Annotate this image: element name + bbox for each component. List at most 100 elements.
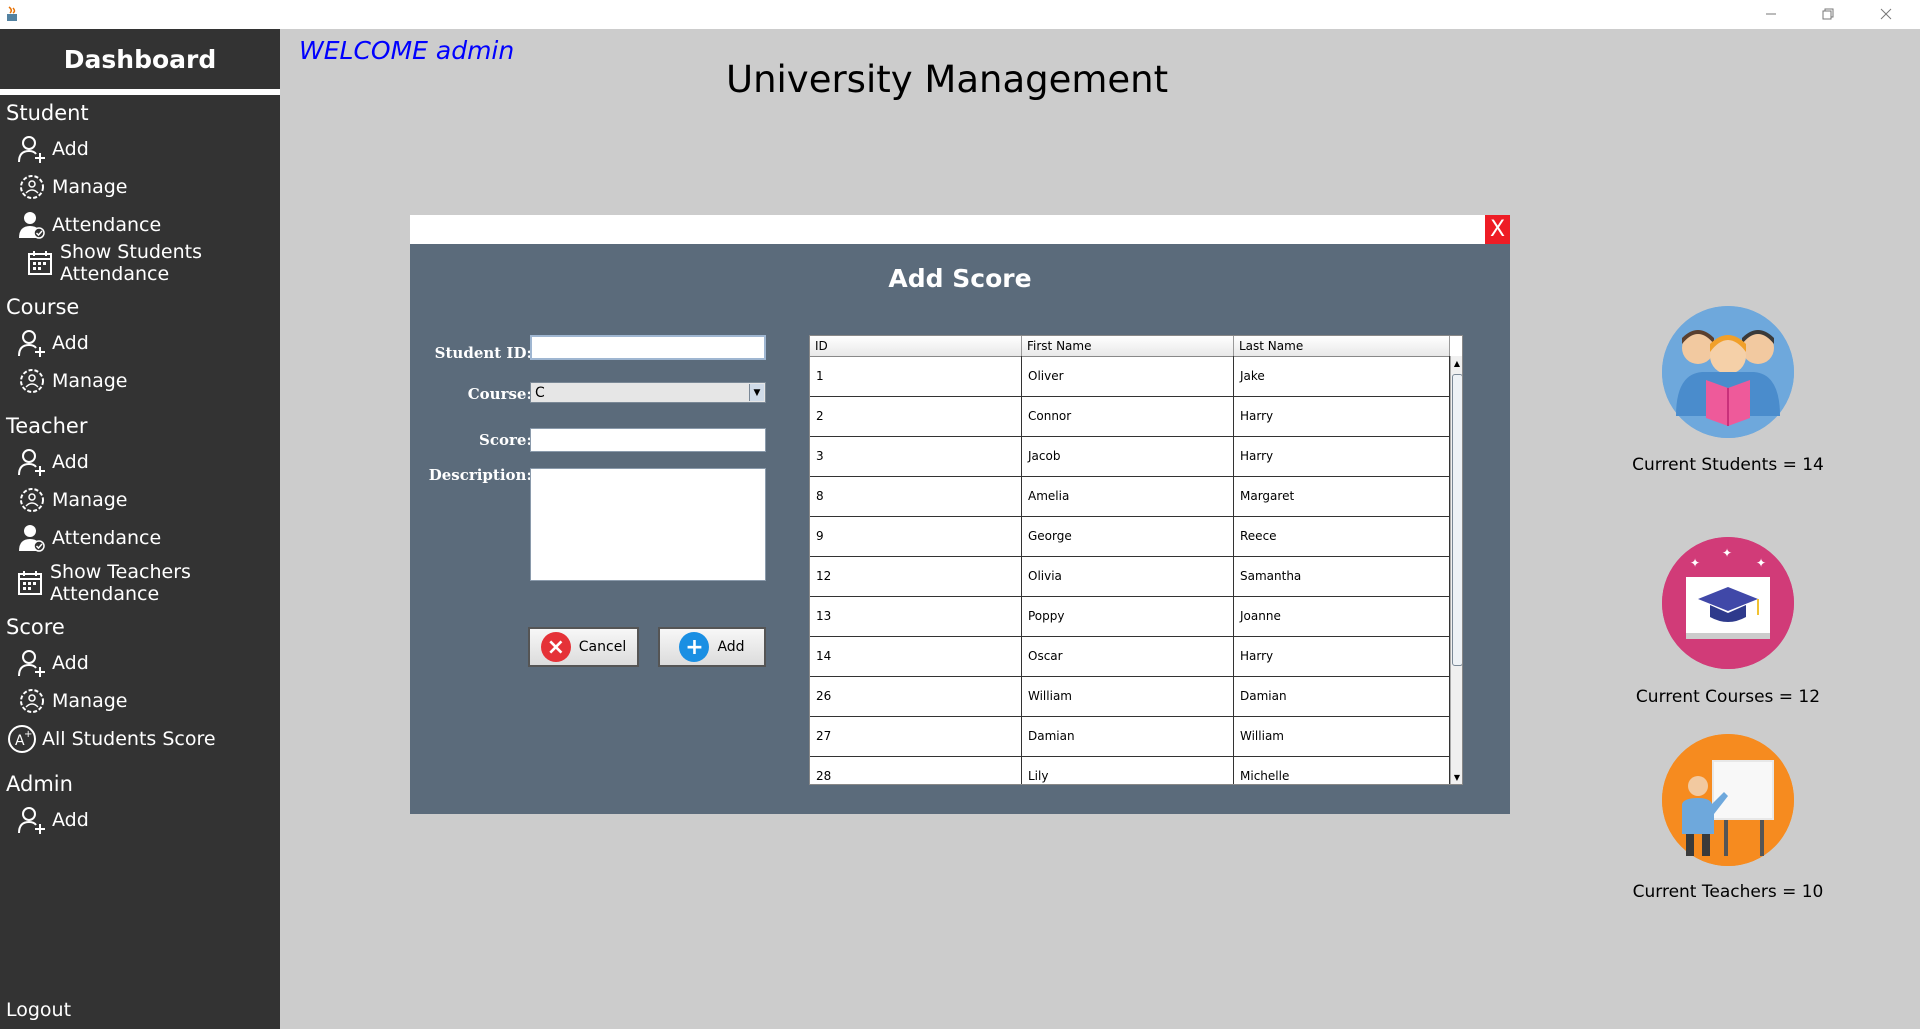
- sidebar-item-student-attendance[interactable]: Attendance: [16, 208, 161, 242]
- table-cell: 12: [810, 556, 1022, 596]
- sidebar-item-label: Manage: [52, 489, 128, 511]
- sidebar-item-all-students-score[interactable]: A + All Students Score: [6, 722, 216, 756]
- table-row[interactable]: 28 Lily Michelle: [810, 756, 1450, 784]
- scrollbar-thumb[interactable]: [1452, 374, 1462, 666]
- add-score-dialog: Add Score Student ID: Course: C ▼ Score:…: [410, 244, 1510, 814]
- sidebar-divider: [0, 89, 280, 95]
- table-cell: George: [1022, 516, 1234, 556]
- plus-circle-icon: +: [679, 632, 710, 662]
- sidebar-item-course-add[interactable]: Add: [16, 326, 89, 360]
- sidebar-item-label: Add: [52, 332, 89, 354]
- table-row[interactable]: 3 Jacob Harry: [810, 436, 1450, 477]
- sidebar-item-label: Add: [52, 138, 89, 160]
- table-row[interactable]: 26 William Damian: [810, 676, 1450, 717]
- svg-text:✦: ✦: [1690, 556, 1700, 570]
- table-cell: Harry: [1234, 436, 1450, 476]
- add-button[interactable]: + Add: [658, 627, 766, 667]
- student-id-input[interactable]: [530, 335, 766, 360]
- table-cell: Harry: [1234, 396, 1450, 436]
- user-check-icon: [16, 209, 48, 241]
- scroll-down-icon[interactable]: ▼: [1451, 770, 1462, 784]
- minimize-icon[interactable]: [1751, 3, 1791, 25]
- close-icon[interactable]: [1866, 3, 1906, 25]
- description-textarea[interactable]: [530, 468, 766, 581]
- table-cell: Lily: [1022, 756, 1234, 784]
- chevron-down-icon[interactable]: ▼: [749, 384, 764, 401]
- sidebar-item-course-manage[interactable]: Manage: [16, 364, 127, 398]
- sidebar-item-show-teachers-attendance[interactable]: Show Teachers Attendance: [16, 561, 280, 605]
- sidebar-item-teacher-attendance[interactable]: Attendance: [16, 521, 161, 555]
- column-header-first-name[interactable]: First Name: [1022, 336, 1234, 356]
- scroll-up-icon[interactable]: ▲: [1451, 356, 1462, 370]
- table-cell: Oscar: [1022, 636, 1234, 676]
- svg-text:✦: ✦: [1722, 546, 1732, 560]
- table-row[interactable]: 12 Olivia Samantha: [810, 556, 1450, 597]
- table-row[interactable]: 13 Poppy Joanne: [810, 596, 1450, 637]
- sidebar-item-student-add[interactable]: Add: [16, 132, 89, 166]
- table-row[interactable]: 8 Amelia Margaret: [810, 476, 1450, 517]
- add-button-label: Add: [717, 639, 745, 655]
- table-cell: Harry: [1234, 636, 1450, 676]
- table-cell: Damian: [1022, 716, 1234, 756]
- section-course-label: Course: [6, 295, 80, 319]
- score-label: Score:: [479, 431, 532, 449]
- dialog-close-button[interactable]: X: [1485, 215, 1510, 244]
- table-cell: 9: [810, 516, 1022, 556]
- svg-text:✦: ✦: [1756, 556, 1766, 570]
- manage-users-gear-icon: [16, 484, 48, 516]
- table-row[interactable]: 9 George Reece: [810, 516, 1450, 557]
- java-app-icon: [4, 5, 22, 23]
- sidebar-item-label: Add: [52, 451, 89, 473]
- sidebar-item-student-manage[interactable]: Manage: [16, 170, 127, 204]
- current-students-count: Current Students = 14: [1632, 455, 1824, 475]
- manage-users-gear-icon: [16, 685, 48, 717]
- sidebar-item-score-manage[interactable]: Manage: [16, 684, 127, 718]
- description-label: Description:: [428, 466, 532, 484]
- sidebar-item-teacher-add[interactable]: Add: [16, 445, 89, 479]
- table-cell: Olivia: [1022, 556, 1234, 596]
- section-student-label: Student: [6, 101, 89, 125]
- sidebar-item-teacher-manage[interactable]: Manage: [16, 483, 127, 517]
- dialog-title-strip: [410, 215, 1510, 244]
- table-cell: Margaret: [1234, 476, 1450, 516]
- grade-a-plus-icon: A +: [6, 723, 38, 755]
- sidebar-item-label: Manage: [52, 176, 128, 198]
- table-cell: Damian: [1234, 676, 1450, 716]
- column-header-last-name[interactable]: Last Name: [1234, 336, 1450, 356]
- sidebar-item-label: Manage: [52, 690, 128, 712]
- calendar-check-icon: [16, 567, 46, 599]
- students-group-icon: [1662, 306, 1794, 438]
- cancel-button[interactable]: × Cancel: [528, 627, 639, 667]
- table-cell: Oliver: [1022, 356, 1234, 396]
- score-input[interactable]: [530, 428, 766, 452]
- table-cell: 2: [810, 396, 1022, 436]
- manage-users-gear-icon: [16, 365, 48, 397]
- current-courses-count: Current Courses = 12: [1635, 687, 1821, 707]
- restore-icon[interactable]: [1808, 3, 1848, 25]
- table-cell: 3: [810, 436, 1022, 476]
- table-row[interactable]: 14 Oscar Harry: [810, 636, 1450, 677]
- table-row[interactable]: 27 Damian William: [810, 716, 1450, 757]
- sidebar-item-score-add[interactable]: Add: [16, 646, 89, 680]
- dialog-title: Add Score: [888, 264, 1032, 293]
- cancel-x-icon: ×: [540, 632, 571, 662]
- course-graduation-icon: ✦ ✦ ✦: [1662, 537, 1794, 669]
- add-user-icon: [16, 327, 48, 359]
- course-select[interactable]: C ▼: [530, 382, 766, 403]
- logout-link[interactable]: Logout: [6, 999, 71, 1021]
- table-cell: Michelle: [1234, 756, 1450, 784]
- course-label: Course:: [467, 385, 532, 403]
- section-teacher-label: Teacher: [6, 414, 88, 438]
- window-titlebar: [0, 0, 1920, 29]
- column-header-id[interactable]: ID: [810, 336, 1022, 356]
- table-scrollbar[interactable]: ▲ ▼: [1450, 356, 1462, 784]
- sidebar-item-show-students-attendance[interactable]: Show Students Attendance: [26, 241, 280, 285]
- table-cell: 1: [810, 356, 1022, 396]
- user-check-icon: [16, 522, 48, 554]
- sidebar-item-admin-add[interactable]: Add: [16, 803, 89, 837]
- table-row[interactable]: 2 Connor Harry: [810, 396, 1450, 437]
- student-id-label: Student ID:: [434, 344, 532, 362]
- sidebar-item-label: Attendance: [52, 527, 162, 549]
- table-row[interactable]: 1 Oliver Jake: [810, 356, 1450, 397]
- table-cell: Joanne: [1234, 596, 1450, 636]
